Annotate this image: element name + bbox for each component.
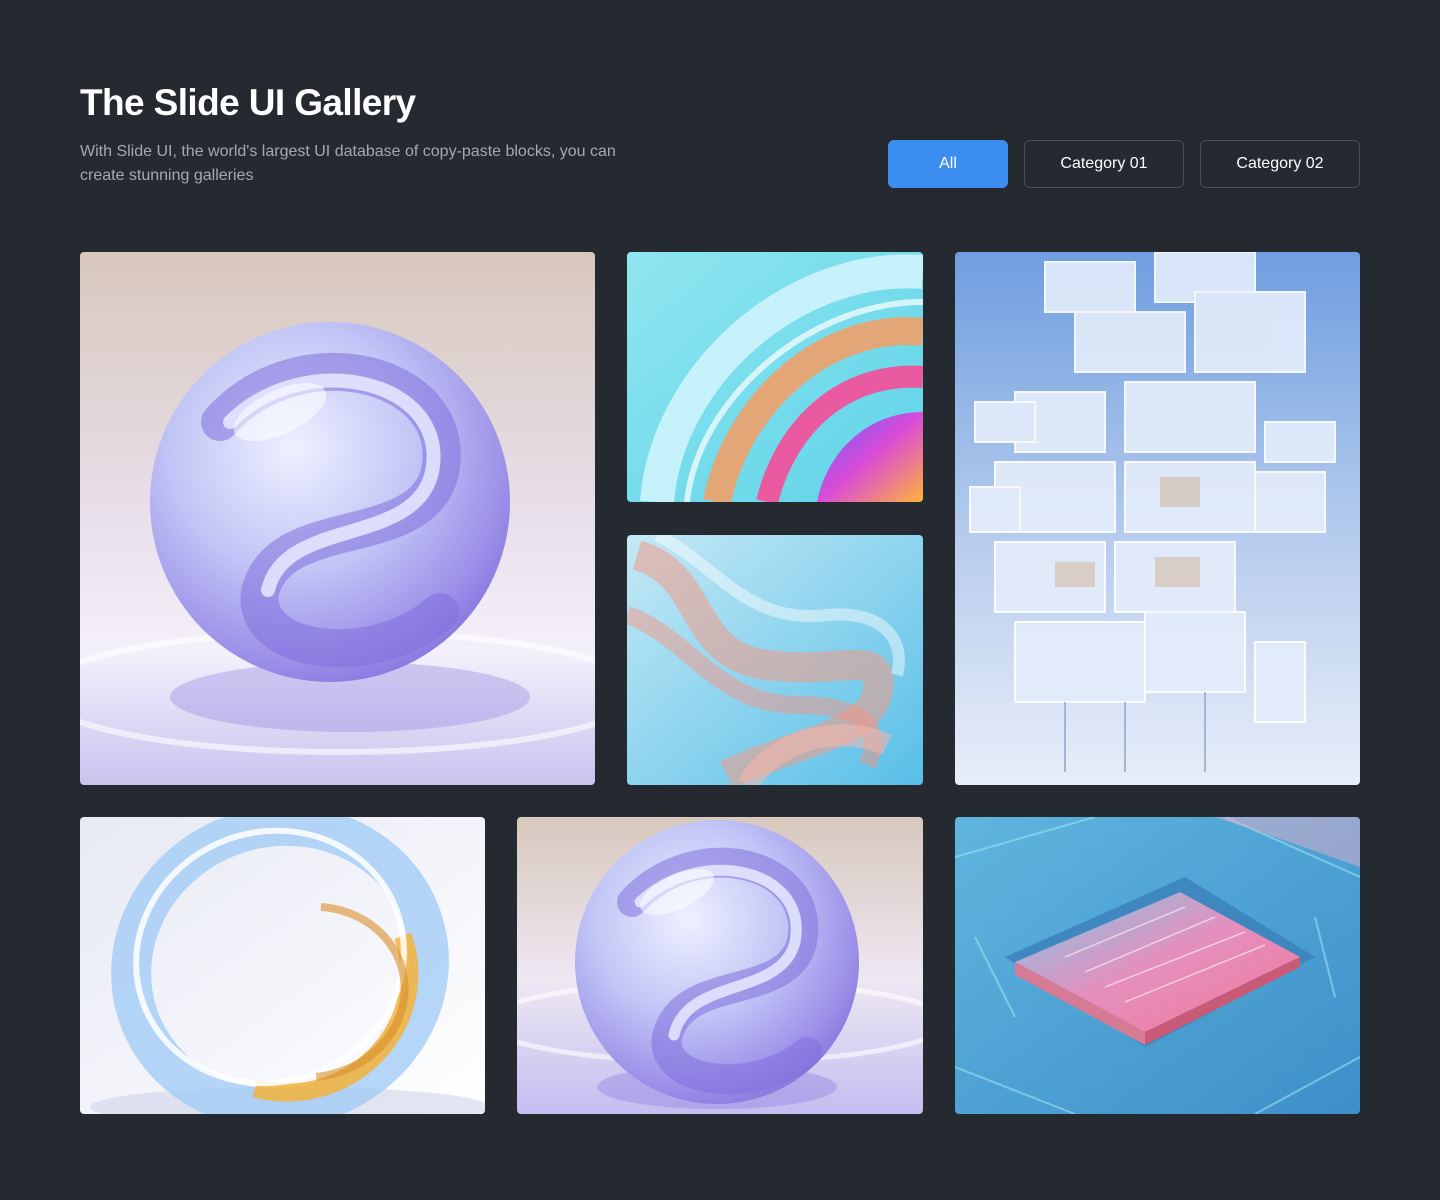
gallery-image-microchip[interactable] (955, 817, 1360, 1114)
glass-sphere-artwork (80, 252, 595, 785)
glass-sphere-small-artwork (517, 817, 923, 1114)
filter-category-01-button[interactable]: Category 01 (1024, 140, 1184, 188)
gallery-image-glass-sphere-small[interactable] (517, 817, 923, 1114)
page-subtitle: With Slide UI, the world's largest UI da… (80, 143, 616, 184)
iridescent-swirl-artwork (627, 252, 923, 502)
microchip-artwork (955, 817, 1360, 1114)
glass-ring-artwork (80, 817, 485, 1114)
filter-all-button[interactable]: All (888, 140, 1008, 188)
page-title: The Slide UI Gallery (80, 82, 416, 123)
filter-category-02-button[interactable]: Category 02 (1200, 140, 1360, 188)
gallery-image-iridescent-swirl[interactable] (627, 252, 923, 502)
filter-tabs: All Category 01 Category 02 (888, 140, 1360, 188)
ribbon-waves-artwork (627, 535, 923, 785)
gallery-image-glass-sphere[interactable] (80, 252, 595, 785)
gallery-image-glass-ring[interactable] (80, 817, 485, 1114)
gallery-image-ribbon-waves[interactable] (627, 535, 923, 785)
gallery-image-glass-tower[interactable] (955, 252, 1360, 785)
glass-tower-artwork (955, 252, 1360, 785)
